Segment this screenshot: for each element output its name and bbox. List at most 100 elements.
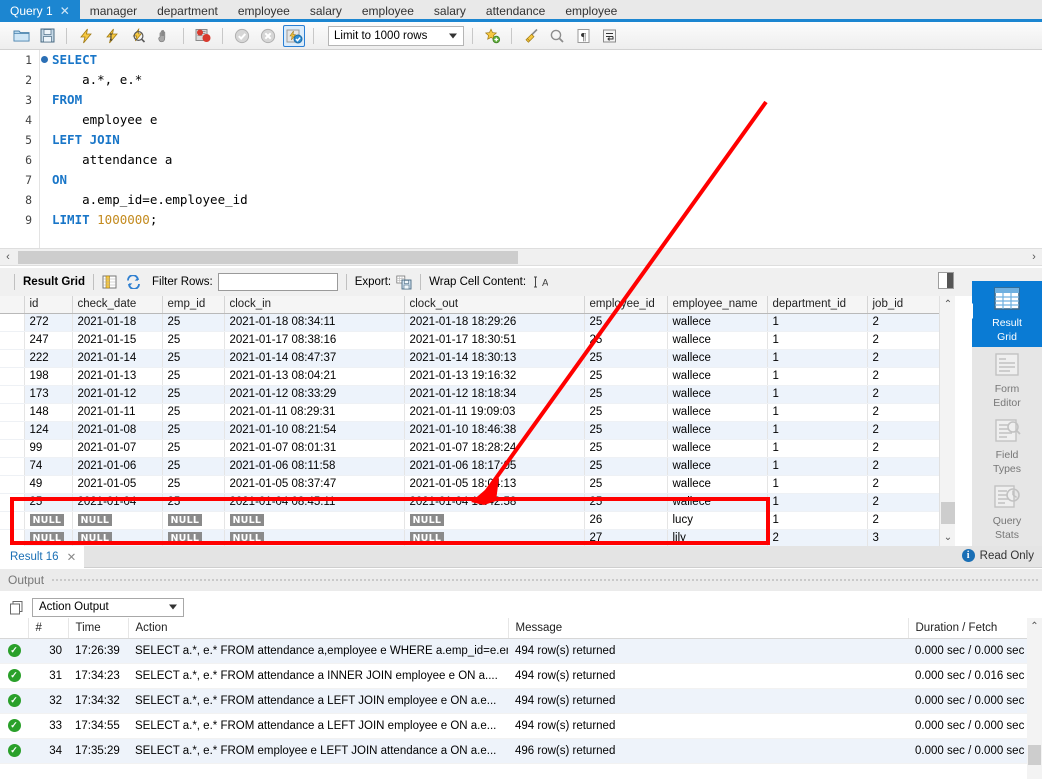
cell-emp-id[interactable]: 25 [162, 313, 225, 332]
row-selector-cell[interactable] [0, 457, 25, 476]
cell-employee-id[interactable]: 27 [584, 529, 668, 546]
cell-message[interactable]: 494 row(s) returned [508, 713, 908, 739]
cell-employee-id[interactable]: 25 [584, 475, 668, 494]
cell-id[interactable]: 49 [24, 475, 73, 494]
cell-duration[interactable]: 0.000 sec / 0.000 sec [908, 738, 1027, 764]
table-row[interactable]: 222 2021-01-14 25 2021-01-14 08:47:37 2021-0… [0, 349, 955, 368]
cell-duration[interactable]: 0.000 sec / 0.000 sec [908, 713, 1027, 739]
scroll-down-icon[interactable]: ⌄ [940, 529, 956, 546]
table-row[interactable]: 124 2021-01-08 25 2021-01-10 08:21:54 2021-0… [0, 421, 955, 440]
open-script-button[interactable] [10, 25, 32, 47]
row-selector-cell[interactable] [0, 439, 25, 458]
cell-department-id[interactable]: 1 [767, 385, 868, 404]
cell-emp-id[interactable]: 25 [162, 421, 225, 440]
cell-duration[interactable]: 0.000 sec / 0.016 sec [908, 663, 1027, 689]
cell-department-id[interactable]: 1 [767, 493, 868, 512]
cell-check-date[interactable]: NULL [72, 511, 163, 530]
cell-clock-in[interactable]: 2021-01-12 08:33:29 [224, 385, 405, 404]
rollback-button[interactable] [257, 25, 279, 47]
row-selector-cell[interactable] [0, 367, 25, 386]
table-row[interactable]: 198 2021-01-13 25 2021-01-13 08:04:21 2021-0… [0, 367, 955, 386]
cell-number[interactable]: 33 [28, 713, 68, 739]
cell-emp-id[interactable]: 25 [162, 367, 225, 386]
cell-id[interactable]: 25 [24, 493, 73, 512]
table-row[interactable]: ✓ 34 17:35:29 SELECT a.*, e.* FROM employee… [0, 738, 1027, 764]
row-selector-cell[interactable] [0, 331, 25, 350]
cell-department-id[interactable]: 1 [767, 439, 868, 458]
cell-action[interactable]: SELECT a.*, e.* FROM attendance a,employ… [128, 638, 508, 664]
cell-clock-out[interactable]: 2021-01-05 18:04:13 [404, 475, 585, 494]
column-header-time[interactable]: Time [68, 618, 129, 639]
column-header-employee-id[interactable]: employee_id [584, 296, 668, 314]
cell-employee-id[interactable]: 25 [584, 439, 668, 458]
cell-check-date[interactable]: 2021-01-05 [72, 475, 163, 494]
column-header-emp-id[interactable]: emp_id [162, 296, 225, 314]
view-query-stats[interactable]: Query Stats [972, 479, 1042, 545]
row-selector-cell[interactable] [0, 421, 25, 440]
tab-manager[interactable]: manager [80, 0, 147, 22]
cell-id[interactable]: 222 [24, 349, 73, 368]
autocommit-toggle-button[interactable] [283, 24, 305, 47]
cell-emp-id[interactable]: NULL [162, 511, 225, 530]
row-limit-select[interactable]: Limit to 1000 rows [328, 25, 464, 46]
cell-clock-out[interactable]: 2021-01-11 19:09:03 [404, 403, 585, 422]
row-selector-cell[interactable] [0, 493, 25, 512]
column-header-check-date[interactable]: check_date [72, 296, 163, 314]
table-row[interactable]: ✓ 32 17:34:32 SELECT a.*, e.* FROM attendan… [0, 688, 1027, 714]
cell-duration[interactable]: 0.000 sec / 0.000 sec [908, 688, 1027, 714]
cell-employee-name[interactable]: lily [667, 529, 768, 546]
cell-number[interactable]: 34 [28, 738, 68, 764]
cell-id[interactable]: 173 [24, 385, 73, 404]
action-output-table-wrapper[interactable]: # Time Action Message Duration / Fetch ✓… [0, 618, 1042, 779]
cell-number[interactable]: 30 [28, 638, 68, 664]
tab-salary-2[interactable]: salary [424, 0, 476, 22]
tab-employee-1[interactable]: employee [228, 0, 300, 22]
cell-clock-in[interactable]: 2021-01-17 08:38:16 [224, 331, 405, 350]
tab-employee-2[interactable]: employee [352, 0, 424, 22]
cell-clock-out[interactable]: 2021-01-18 18:29:26 [404, 313, 585, 332]
cell-check-date[interactable]: 2021-01-18 [72, 313, 163, 332]
cell-clock-in[interactable]: 2021-01-07 08:01:31 [224, 439, 405, 458]
cell-clock-out[interactable]: NULL [404, 529, 585, 546]
cell-time[interactable]: 17:34:55 [68, 713, 128, 739]
cell-check-date[interactable]: 2021-01-08 [72, 421, 163, 440]
cell-number[interactable]: 32 [28, 688, 68, 714]
cell-clock-out[interactable]: 2021-01-17 18:30:51 [404, 331, 585, 350]
cell-check-date[interactable]: 2021-01-14 [72, 349, 163, 368]
save-snippet-button[interactable] [481, 25, 503, 47]
row-selector-cell[interactable] [0, 349, 25, 368]
cell-message[interactable]: 496 row(s) returned [508, 738, 908, 764]
execute-current-button[interactable] [101, 25, 123, 47]
cell-employee-name[interactable]: wallece [667, 439, 768, 458]
cell-emp-id[interactable]: 25 [162, 349, 225, 368]
cell-check-date[interactable]: 2021-01-15 [72, 331, 163, 350]
scrollbar-thumb[interactable] [18, 250, 518, 264]
column-header-department-id[interactable]: department_id [767, 296, 868, 314]
refresh-icon[interactable] [126, 274, 142, 290]
cell-clock-out[interactable]: 2021-01-06 18:17:05 [404, 457, 585, 476]
cell-clock-in[interactable]: 2021-01-05 08:37:47 [224, 475, 405, 494]
cell-clock-out[interactable]: 2021-01-10 18:46:38 [404, 421, 585, 440]
cell-number[interactable]: 31 [28, 663, 68, 689]
cell-emp-id[interactable]: 25 [162, 475, 225, 494]
cell-emp-id[interactable]: 25 [162, 439, 225, 458]
cell-department-id[interactable]: 1 [767, 367, 868, 386]
cell-emp-id[interactable]: NULL [162, 529, 225, 546]
cell-id[interactable]: 247 [24, 331, 73, 350]
cell-id[interactable]: NULL [24, 529, 73, 546]
table-row[interactable]: 173 2021-01-12 25 2021-01-12 08:33:29 2021-0… [0, 385, 955, 404]
cell-employee-name[interactable]: lucy [667, 511, 768, 530]
table-row[interactable]: 74 2021-01-06 25 2021-01-06 08:11:58 2021-01… [0, 457, 955, 476]
output-type-select[interactable]: Action Output [32, 597, 184, 617]
chevron-down-icon[interactable] [449, 33, 457, 38]
cell-id[interactable]: NULL [24, 511, 73, 530]
scrollbar-thumb[interactable] [1028, 745, 1041, 765]
cell-department-id[interactable]: 2 [767, 529, 868, 546]
cell-clock-out[interactable]: 2021-01-12 18:18:34 [404, 385, 585, 404]
view-result-grid[interactable]: Result Grid [965, 281, 1042, 347]
cell-department-id[interactable]: 1 [767, 421, 868, 440]
cell-emp-id[interactable]: 25 [162, 385, 225, 404]
cell-clock-in[interactable]: 2021-01-13 08:04:21 [224, 367, 405, 386]
column-header-action[interactable]: Action [128, 618, 509, 639]
cell-message[interactable]: 494 row(s) returned [508, 638, 908, 664]
